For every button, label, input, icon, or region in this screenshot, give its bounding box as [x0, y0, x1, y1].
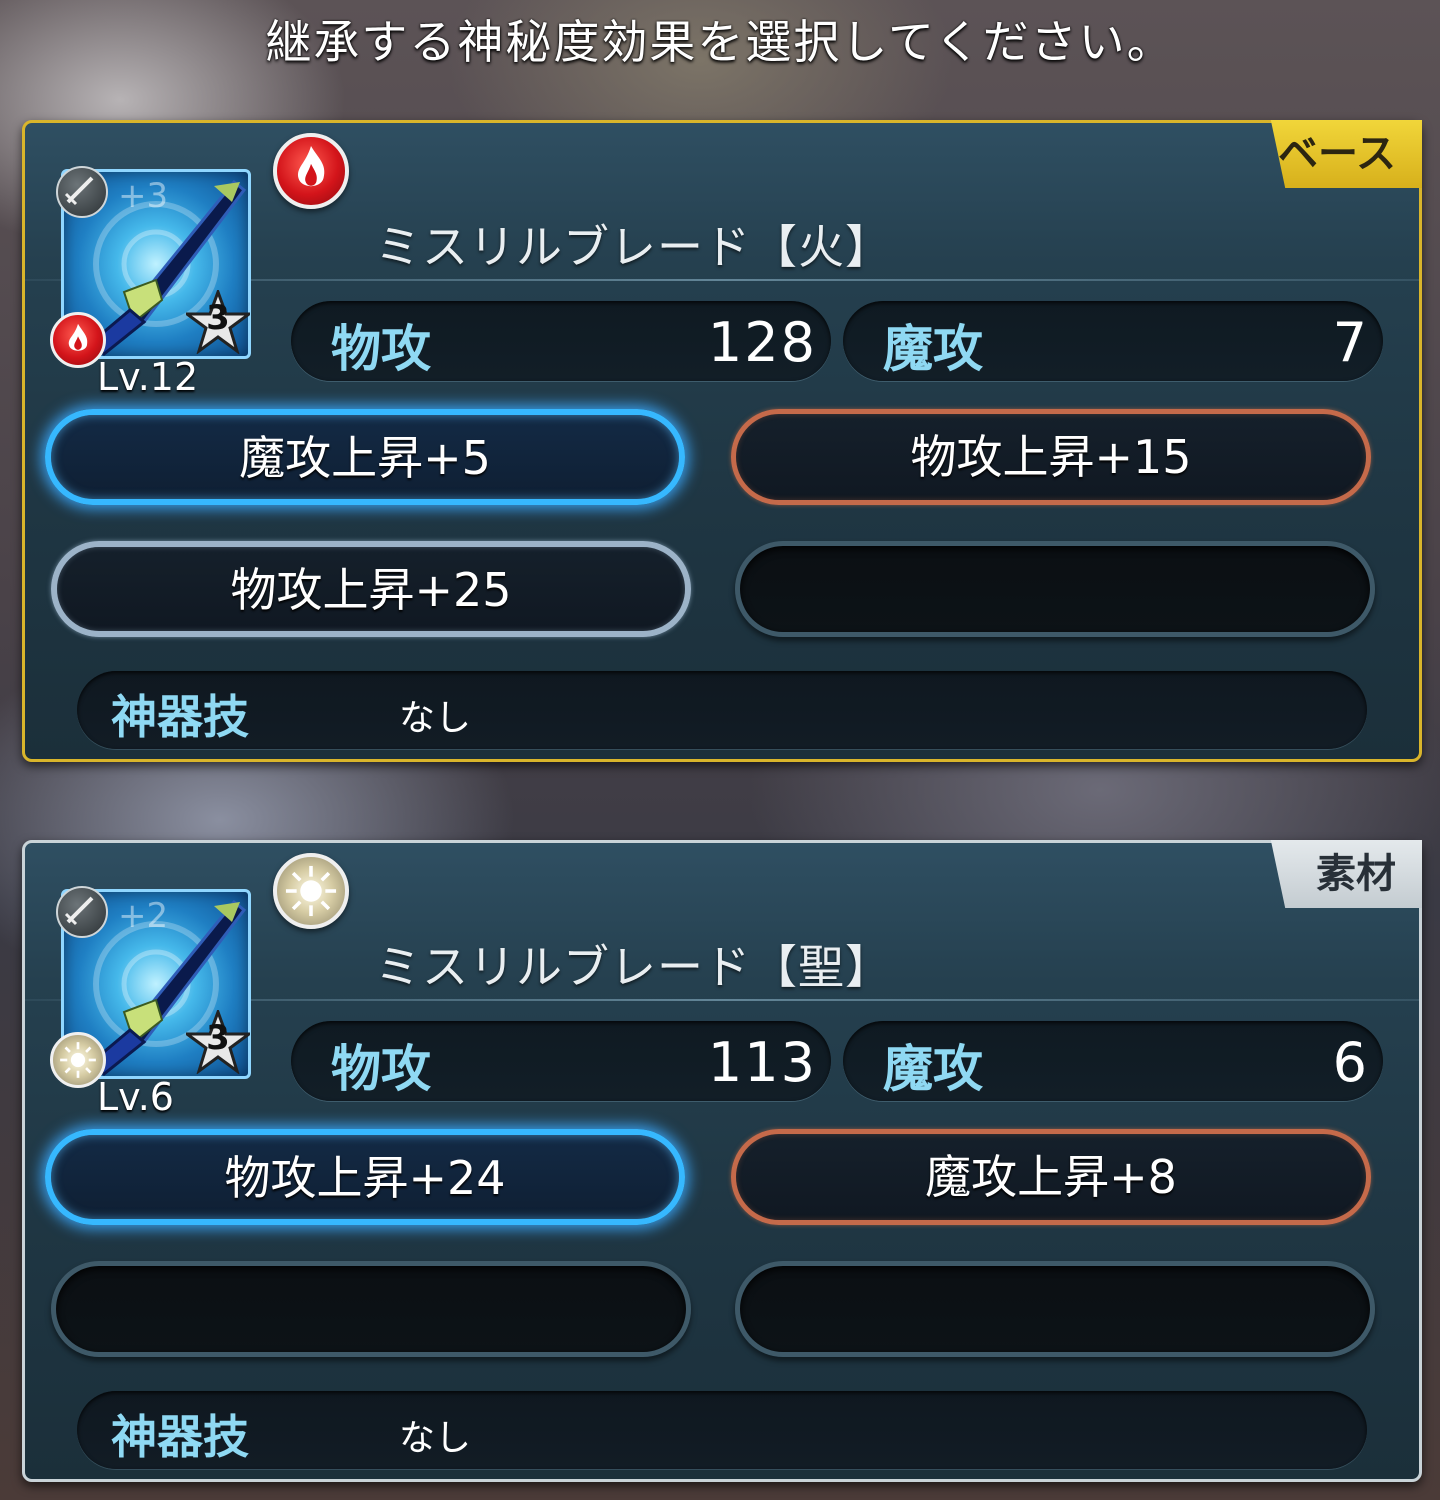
weapon-icon[interactable]: +2 3 — [50, 886, 251, 1088]
base-tag: ベース — [1270, 120, 1422, 188]
base-weapon-panel: ベース +3 3 Lv.12 ミスリルブレード【火】 物攻 128 魔攻 7 魔… — [22, 120, 1422, 762]
weapon-icon[interactable]: +3 3 — [50, 166, 251, 368]
weapon-level: Lv.6 — [97, 1075, 174, 1119]
stat-label: 魔攻 — [883, 320, 983, 378]
divine-skill-row: 神器技 なし — [77, 1391, 1367, 1469]
physical-attack-stat: 物攻 128 — [291, 301, 831, 381]
stat-value: 113 — [707, 1031, 817, 1094]
stat-value: 7 — [1332, 311, 1369, 374]
weapon-level: Lv.12 — [97, 355, 199, 399]
effect-slot-3-empty[interactable] — [51, 1261, 691, 1357]
skill-label: 神器技 — [111, 690, 249, 744]
material-tag: 素材 — [1270, 840, 1422, 908]
magic-attack-stat: 魔攻 7 — [843, 301, 1383, 381]
effect-slot-2[interactable]: 物攻上昇+15 — [731, 409, 1371, 505]
effect-slot-4-empty[interactable] — [735, 541, 1375, 637]
stat-label: 魔攻 — [883, 1040, 983, 1098]
stat-value: 6 — [1332, 1031, 1369, 1094]
material-weapon-panel: 素材 +2 3 Lv.6 ミスリルブレード【聖】 物攻 113 魔攻 6 物攻上… — [22, 840, 1422, 1482]
holy-icon — [273, 853, 349, 929]
instruction-text: 継承する神秘度効果を選択してください。 — [265, 15, 1175, 69]
effect-slot-2[interactable]: 魔攻上昇+8 — [731, 1129, 1371, 1225]
fire-icon — [273, 133, 349, 209]
skill-label: 神器技 — [111, 1410, 249, 1464]
refine-level: +3 — [118, 176, 169, 216]
stat-label: 物攻 — [331, 1040, 431, 1098]
sword-type-icon — [56, 166, 108, 218]
effect-slot-1[interactable]: 物攻上昇+24 — [45, 1129, 685, 1225]
refine-level: +2 — [118, 896, 169, 936]
physical-attack-stat: 物攻 113 — [291, 1021, 831, 1101]
rarity-star-icon: 3 — [186, 290, 250, 354]
rarity-star-icon: 3 — [186, 1010, 250, 1074]
effect-slot-4-empty[interactable] — [735, 1261, 1375, 1357]
weapon-name: ミスリルブレード【聖】 — [375, 940, 892, 994]
rarity-number: 3 — [206, 298, 230, 338]
rarity-number: 3 — [206, 1018, 230, 1058]
divine-skill-row: 神器技 なし — [77, 671, 1367, 749]
magic-attack-stat: 魔攻 6 — [843, 1021, 1383, 1101]
sword-type-icon — [56, 886, 108, 938]
skill-value: なし — [399, 698, 472, 739]
weapon-name: ミスリルブレード【火】 — [375, 220, 892, 274]
skill-value: なし — [399, 1418, 472, 1459]
effect-slot-1[interactable]: 魔攻上昇+5 — [45, 409, 685, 505]
stat-value: 128 — [707, 311, 817, 374]
effect-slot-3[interactable]: 物攻上昇+25 — [51, 541, 691, 637]
stat-label: 物攻 — [331, 320, 431, 378]
